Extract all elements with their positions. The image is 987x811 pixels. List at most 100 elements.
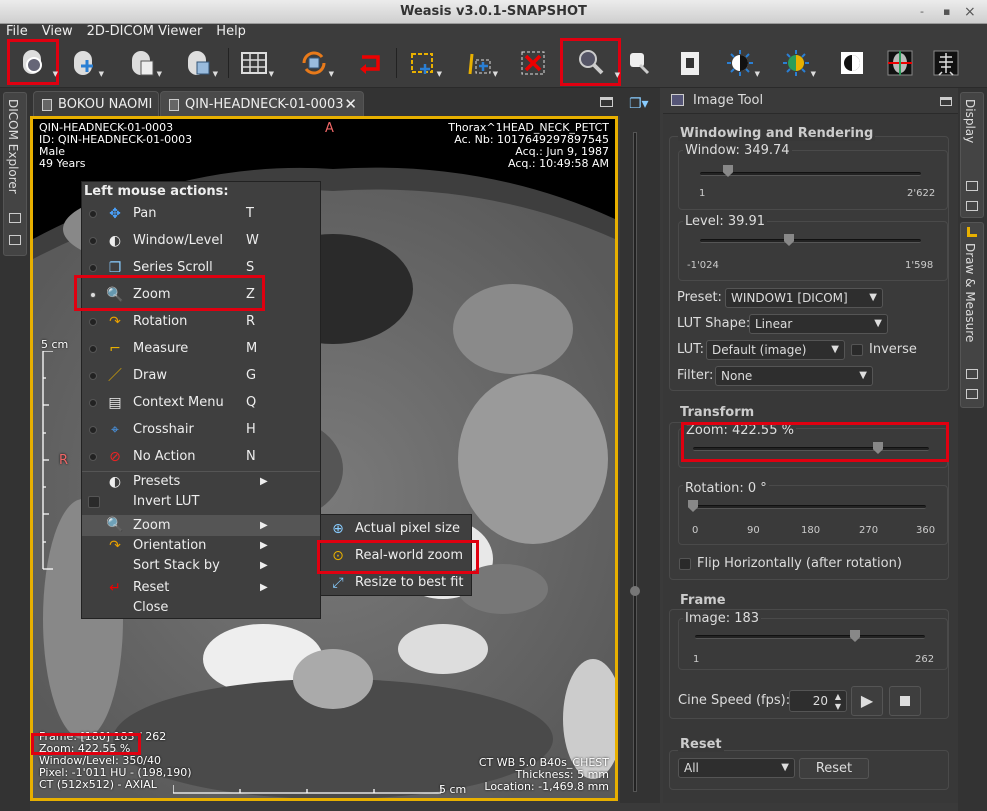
window-max: 2'622	[907, 188, 936, 199]
menu-item-close[interactable]: Close	[82, 598, 320, 618]
maximize-button[interactable]: ▪	[943, 0, 950, 24]
tab-bokou-naomi[interactable]: BOKOU NAOMI	[33, 91, 159, 116]
close-tab-icon[interactable]: ✕	[344, 92, 357, 117]
dicom-explorer-label: DICOM Explorer	[6, 99, 20, 194]
undock-icon[interactable]	[966, 369, 978, 379]
tab-patient-icon	[169, 98, 179, 111]
mip-button[interactable]	[928, 44, 964, 82]
color-lut-icon	[783, 50, 809, 76]
menu-item-measure[interactable]: ⌐ Measure M	[82, 338, 320, 360]
add-draw-button[interactable]: ▼	[460, 44, 498, 82]
draw-measure-tab[interactable]: Draw & Measure	[960, 222, 984, 408]
chevron-down-icon: ▼	[874, 318, 882, 329]
menu-item-reset[interactable]: ↵ Reset ▶	[82, 578, 320, 598]
tab-qin-headneck[interactable]: QIN-HEADNECK-01-0003 ✕	[160, 91, 364, 116]
close-window-button[interactable]: ×	[964, 0, 976, 24]
add-measure-button[interactable]: ▼	[404, 44, 442, 82]
series-stack-icon[interactable]: ❐▾	[629, 96, 649, 112]
menu-label: Rotation	[133, 314, 188, 329]
lut-shape-select[interactable]: Linear ▼	[749, 314, 888, 334]
submenu-arrow-icon: ▶	[260, 476, 268, 487]
menu-view[interactable]: View	[42, 24, 73, 39]
menu-item-sort-stack[interactable]: Sort Stack by ▶	[82, 556, 320, 576]
menu-item-no-action[interactable]: ⊘ No Action N	[82, 446, 320, 468]
reset-all-button[interactable]	[352, 44, 388, 82]
invert-lut-checkbox[interactable]	[88, 496, 100, 508]
menu-file[interactable]: File	[6, 24, 28, 39]
level-min: -1'024	[687, 260, 719, 271]
invert-lut-button[interactable]	[834, 44, 870, 82]
pencil-draw-icon	[468, 53, 491, 75]
menu-item-crosshair[interactable]: ⌖ Crosshair H	[82, 419, 320, 441]
menu-2d-dicom-viewer[interactable]: 2D-DICOM Viewer	[87, 24, 203, 39]
menu-item-context-menu[interactable]: ▤ Context Menu Q	[82, 392, 320, 414]
mouse-scroll-icon	[188, 51, 210, 75]
submenu-resize-best-fit[interactable]: ⤢ Resize to best fit	[321, 572, 471, 594]
menu-label: Zoom	[133, 518, 171, 533]
synch-button[interactable]: ▼	[296, 44, 334, 82]
radio	[89, 264, 97, 272]
shortcut: M	[246, 341, 258, 356]
inverse-label: Inverse	[869, 342, 917, 357]
undock-icon[interactable]	[966, 181, 978, 191]
mouse-right-action-button[interactable]: ▼	[124, 44, 162, 82]
menu-item-presets[interactable]: ◐ Presets ▶	[82, 472, 320, 492]
series-scrollbar-thumb[interactable]	[630, 586, 640, 596]
context-menu-header: Left mouse actions:	[84, 184, 229, 199]
window-slider[interactable]	[700, 172, 921, 176]
mouse-wheel-action-button[interactable]: ▼	[180, 44, 218, 82]
highlight-zoom-slider	[681, 422, 949, 462]
menu-item-rotation[interactable]: ↷ Rotation R	[82, 311, 320, 333]
rotation-slider[interactable]	[693, 505, 926, 509]
layout-button[interactable]: ▼	[236, 44, 274, 82]
shortcut: T	[246, 206, 254, 221]
menu-item-zoom-submenu[interactable]: 🔍 Zoom ▶	[82, 515, 320, 536]
image-slider[interactable]	[695, 635, 925, 639]
play-button[interactable]: ▶	[851, 686, 883, 716]
window-level-preset-button[interactable]: ▼	[722, 44, 760, 82]
menu-item-window-level[interactable]: ◐ Window/Level W	[82, 230, 320, 252]
horizontal-scale-label: 5 cm	[439, 783, 467, 796]
minimize-button[interactable]: -	[920, 0, 924, 24]
reset-button[interactable]: Reset	[799, 758, 869, 779]
menu-item-pan[interactable]: ✥ Pan T	[82, 203, 320, 225]
menu-bar: File View 2D-DICOM Viewer Help	[0, 24, 987, 40]
maximize-viewer-icon[interactable]	[600, 97, 613, 107]
flip-horizontal-checkbox[interactable]	[679, 558, 691, 570]
inverse-checkbox[interactable]	[851, 344, 863, 356]
menu-item-invert-lut[interactable]: Invert LUT	[82, 492, 320, 512]
window-icon[interactable]	[9, 235, 21, 245]
window-icon[interactable]	[966, 389, 978, 399]
series-scrollbar[interactable]	[633, 132, 637, 792]
menu-item-orientation[interactable]: ↷ Orientation ▶	[82, 536, 320, 556]
mouse-middle-action-button[interactable]: ▼	[66, 44, 104, 82]
filter-select[interactable]: None ▼	[715, 366, 873, 386]
display-tab[interactable]: Display	[960, 92, 984, 218]
lens-button[interactable]	[620, 44, 656, 82]
zoom-tool-button[interactable]: ▼	[560, 38, 621, 86]
dicom-info-button[interactable]	[672, 44, 708, 82]
reset-select[interactable]: All ▼	[678, 758, 795, 778]
minimize-panel-icon[interactable]	[940, 97, 952, 106]
lut-button[interactable]: ▼	[778, 44, 816, 82]
contrast-icon	[727, 50, 753, 76]
undock-icon[interactable]	[9, 213, 21, 223]
cine-speed-spinner[interactable]: 20 ▲ ▼	[789, 690, 847, 712]
submenu-actual-pixel-size[interactable]: ⊕ Actual pixel size	[321, 518, 471, 540]
preset-select[interactable]: WINDOW1 [DICOM] ▼	[725, 288, 883, 308]
mouse-left-action-button[interactable]: ▼	[7, 39, 59, 85]
level-slider[interactable]	[700, 239, 921, 243]
dicom-explorer-tab[interactable]: DICOM Explorer	[3, 92, 27, 256]
context-menu: Left mouse actions: ✥ Pan T ◐ Window/Level W…	[81, 181, 321, 619]
menu-item-draw[interactable]: ／ Draw G	[82, 365, 320, 387]
highlight-real-world-zoom	[317, 540, 479, 574]
delete-measurements-button[interactable]	[515, 44, 551, 82]
lut-select[interactable]: Default (image) ▼	[706, 340, 845, 360]
menu-help[interactable]: Help	[216, 24, 246, 39]
window-icon[interactable]	[966, 201, 978, 211]
stop-button[interactable]	[889, 686, 921, 716]
crosshair-button[interactable]	[882, 44, 918, 82]
lut-label: LUT:	[677, 342, 705, 357]
orientation-icon: ↷	[109, 538, 121, 554]
measure-icon: ⌐	[109, 341, 121, 357]
